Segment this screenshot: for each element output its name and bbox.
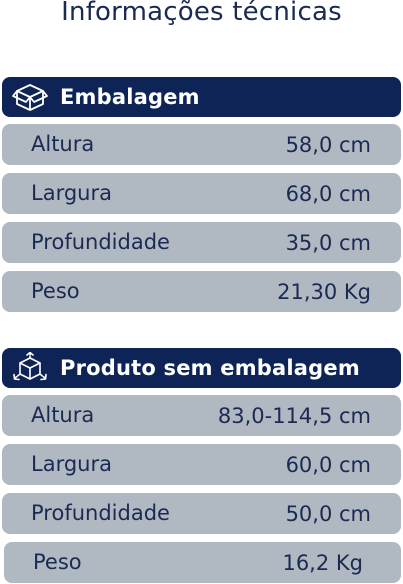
spec-value: 83,0-114,5 cm: [217, 404, 371, 428]
spec-value: 16,2 Kg: [282, 551, 363, 575]
page-title: Informações técnicas: [61, 0, 342, 27]
spec-value: 68,0 cm: [285, 182, 371, 206]
section-header-label: Embalagem: [60, 85, 200, 109]
spec-name: Profundidade: [31, 230, 170, 254]
spec-value: 21,30 Kg: [277, 280, 371, 304]
spec-name: Peso: [31, 279, 80, 303]
spec-value: 58,0 cm: [285, 133, 371, 157]
section-header-product: Produto sem embalagem: [2, 348, 401, 388]
spec-name: Altura: [31, 132, 95, 156]
spec-row-weight: Peso 16,2 Kg: [4, 542, 401, 583]
spec-row-width: Largura 60,0 cm: [2, 444, 401, 485]
spec-name: Altura: [31, 403, 95, 427]
spec-name: Profundidade: [31, 501, 170, 525]
box-icon: [12, 79, 48, 115]
spec-name: Largura: [31, 452, 112, 476]
spec-row-depth: Profundidade 35,0 cm: [2, 222, 401, 263]
section-header-label: Produto sem embalagem: [60, 356, 360, 380]
spec-value: 60,0 cm: [285, 453, 371, 477]
3d-cube-icon: [12, 350, 48, 386]
section-header-packaging: Embalagem: [2, 77, 401, 117]
spec-name: Largura: [31, 181, 112, 205]
spec-value: 35,0 cm: [285, 231, 371, 255]
spec-row-height: Altura 58,0 cm: [2, 124, 401, 165]
technical-info-page: Informações técnicas Embalagem Altura 58…: [0, 0, 403, 584]
spec-name: Peso: [33, 550, 82, 574]
spec-row-weight: Peso 21,30 Kg: [2, 271, 401, 312]
spec-row-depth: Profundidade 50,0 cm: [2, 493, 401, 534]
spec-row-height: Altura 83,0-114,5 cm: [2, 395, 401, 436]
spec-value: 50,0 cm: [285, 502, 371, 526]
spec-row-width: Largura 68,0 cm: [2, 173, 401, 214]
